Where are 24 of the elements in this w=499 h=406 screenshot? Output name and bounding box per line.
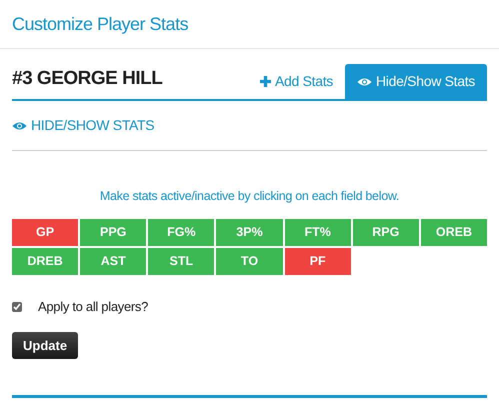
update-button[interactable]: Update [12,332,78,360]
apply-checkbox[interactable] [12,302,22,312]
stat-toggle[interactable]: GP [12,218,78,246]
stat-toggle[interactable]: STL [148,248,214,275]
tab[interactable]: Hide/Show Stats [345,64,487,99]
section-heading: HIDE/SHOW STATS [31,116,154,135]
stat-toggle[interactable]: FT% [284,218,351,246]
stat-toggle[interactable]: OREB [420,218,487,246]
tab[interactable]: Add Stats [248,64,345,99]
stat-toggle[interactable]: FG% [148,218,214,246]
stat-toggle[interactable]: DREB [12,248,78,275]
page-title: Customize Player Stats [12,12,188,36]
stat-toggle[interactable]: TO [216,248,283,275]
stat-toggle[interactable]: 3P% [216,218,283,246]
apply-label: Apply to all players? [38,298,148,316]
stat-toggle[interactable]: AST [80,248,146,275]
plus-icon [260,76,271,87]
eye-icon [357,76,372,86]
instruction-text: Make stats active/inactive by clicking on each field below. [100,188,400,205]
player-name: #3 GEORGE HILL [12,66,162,90]
stat-toggle[interactable]: RPG [352,218,419,246]
eye-icon [12,120,27,130]
stat-toggle[interactable]: PF [284,248,351,275]
stat-toggle[interactable]: PPG [80,218,146,246]
